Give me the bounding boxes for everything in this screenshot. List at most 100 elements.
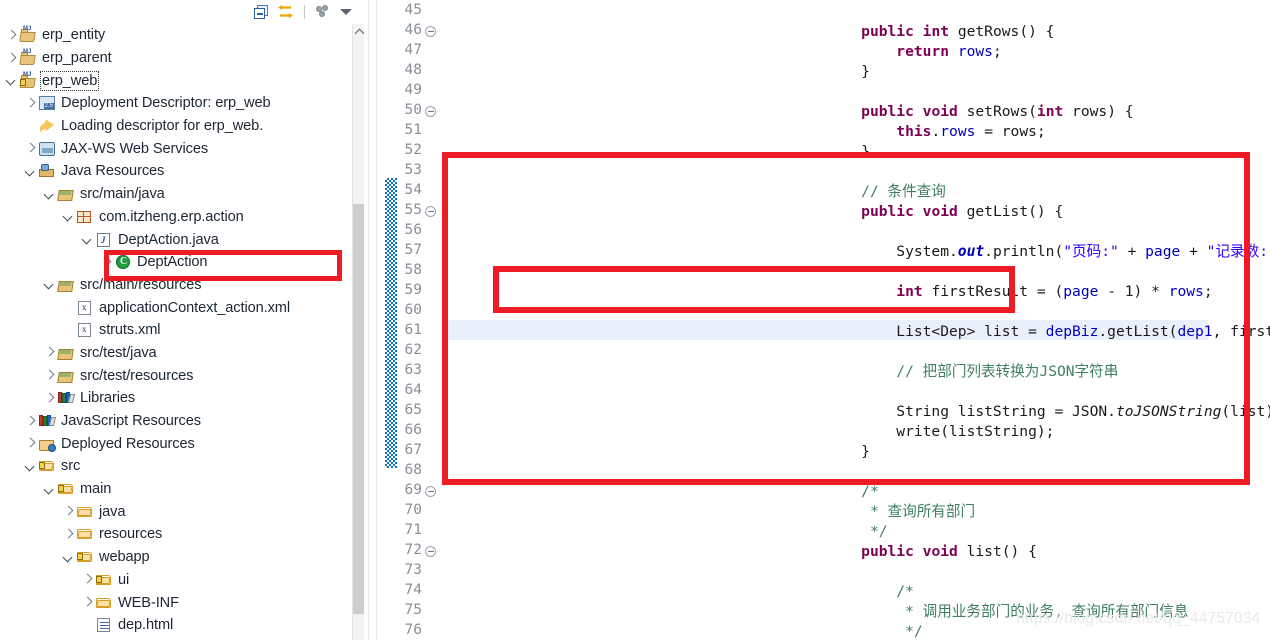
- tree-item-web-inf[interactable]: WEB-INF: [0, 591, 352, 614]
- chevron-right-icon[interactable]: [6, 30, 17, 41]
- chevron-down-icon[interactable]: [44, 189, 55, 200]
- tree-item-com-itzheng-erp-action[interactable]: com.itzheng.erp.action: [0, 206, 352, 229]
- code-line[interactable]: }: [826, 442, 870, 462]
- code-line[interactable]: return rows;: [826, 42, 1001, 62]
- code-line[interactable]: public void setRows(int rows) {: [826, 102, 1133, 122]
- source-folder-icon: [57, 186, 75, 202]
- code-line[interactable]: }: [826, 142, 870, 162]
- chevron-right-icon[interactable]: [6, 53, 17, 64]
- chevron-down-icon[interactable]: [25, 461, 36, 472]
- tree-item-jax-ws-web-services[interactable]: JAX-WS Web Services: [0, 137, 352, 160]
- tree-item-applicationcontext-action-xml[interactable]: x applicationContext_action.xml: [0, 296, 352, 319]
- code-line[interactable]: write(listString);: [826, 422, 1054, 442]
- package-icon: [77, 209, 94, 225]
- code-line[interactable]: */: [826, 522, 888, 542]
- view-menu-dots-icon[interactable]: [314, 3, 332, 21]
- chevron-right-icon[interactable]: [63, 506, 74, 517]
- tree-item-src-test-resources[interactable]: src/test/resources: [0, 364, 352, 387]
- chevron-right-icon[interactable]: [63, 529, 74, 540]
- chevron-down-icon[interactable]: [44, 279, 55, 290]
- code-text-area[interactable]: public int getRows() { return rows; } pu…: [826, 0, 1270, 640]
- chevron-right-icon[interactable]: [44, 393, 55, 404]
- project-tree[interactable]: MJ erp_entity MJ erp_parent MJ erp_web 2.5 Depl…: [0, 24, 352, 640]
- chevron-down-icon[interactable]: [63, 552, 74, 563]
- code-line[interactable]: public void getList() {: [826, 202, 1063, 222]
- code-line[interactable]: */: [826, 622, 923, 640]
- code-line[interactable]: * 查询所有部门: [826, 502, 975, 522]
- tree-item-libraries[interactable]: Libraries: [0, 387, 352, 410]
- scrollbar-thumb[interactable]: [353, 204, 364, 614]
- code-line[interactable]: List<Dep> list = depBiz.getList(dep1, fi…: [826, 322, 1270, 342]
- chevron-right-icon[interactable]: [25, 416, 36, 427]
- tree-item-deployment-descriptor-erp-web[interactable]: 2.5 Deployment Descriptor: erp_web: [0, 92, 352, 115]
- tree-item-resources[interactable]: resources: [0, 523, 352, 546]
- tree-item-struts-xml[interactable]: x struts.xml: [0, 319, 352, 342]
- scroll-up-arrow-icon[interactable]: [353, 24, 364, 40]
- tree-item-javascript-resources[interactable]: JavaScript Resources: [0, 410, 352, 433]
- tree-item-main[interactable]: main: [0, 478, 352, 501]
- tree-item-erp-parent[interactable]: MJ erp_parent: [0, 47, 352, 70]
- chevron-right-icon[interactable]: [82, 574, 93, 585]
- tree-item-deployed-resources[interactable]: Deployed Resources: [0, 432, 352, 455]
- code-line[interactable]: System.out.println("页码:" + page + "记录数: …: [826, 242, 1270, 262]
- code-line[interactable]: String listString = JSON.toJSONString(li…: [826, 402, 1270, 422]
- java-code-editor[interactable]: public int getRows() { return rows; } pu…: [382, 0, 1270, 640]
- chevron-right-icon[interactable]: [25, 438, 36, 449]
- no-expander: [25, 121, 36, 132]
- tree-item-java-resources[interactable]: Java Resources: [0, 160, 352, 183]
- code-line[interactable]: int firstResult = (page - 1) * rows;: [826, 282, 1212, 302]
- chevron-right-icon[interactable]: [82, 597, 93, 608]
- tree-item-label: applicationContext_action.xml: [99, 299, 290, 316]
- chevron-down-icon[interactable]: [6, 75, 17, 86]
- tree-item-src[interactable]: src: [0, 455, 352, 478]
- code-fold-toggle-icon[interactable]: [425, 485, 438, 498]
- chevron-right-icon[interactable]: [44, 347, 55, 358]
- tree-item-java[interactable]: java: [0, 500, 352, 523]
- code-fold-toggle-icon[interactable]: [425, 205, 438, 218]
- tree-item-dep-html[interactable]: dep.html: [0, 614, 352, 637]
- code-line[interactable]: // 把部门列表转换为JSON字符串: [826, 362, 1118, 382]
- line-number: 68: [404, 462, 422, 478]
- chevron-right-icon[interactable]: [25, 143, 36, 154]
- chevron-down-icon[interactable]: [82, 234, 93, 245]
- tree-item-ui[interactable]: ui: [0, 569, 352, 592]
- code-line[interactable]: /*: [826, 482, 879, 502]
- tree-item-deptaction-java[interactable]: J DeptAction.java: [0, 228, 352, 251]
- line-number: 57: [404, 242, 422, 258]
- line-number-gutter[interactable]: 45 46 47 48 49 50 51 52 53 54 55 56 57 58 59 60 61 62 63 64…: [398, 0, 444, 640]
- chevron-down-icon[interactable]: [63, 211, 74, 222]
- code-fold-toggle-icon[interactable]: [425, 25, 438, 38]
- folder-warning-icon: [96, 572, 113, 588]
- chevron-right-icon[interactable]: [101, 257, 112, 268]
- chevron-down-icon[interactable]: [338, 3, 356, 21]
- tree-item-deptaction[interactable]: C DeptAction: [0, 251, 352, 274]
- tree-item-loading-descriptor-for-erp-web[interactable]: Loading descriptor for erp_web.: [0, 115, 352, 138]
- chevron-right-icon[interactable]: [44, 370, 55, 381]
- project-tree-scrollbar[interactable]: [352, 24, 364, 640]
- chevron-down-icon[interactable]: [25, 166, 36, 177]
- tree-item-label: erp_parent: [42, 50, 112, 67]
- tree-item-src-main-resources[interactable]: src/main/resources: [0, 274, 352, 297]
- collapse-all-icon[interactable]: [253, 3, 271, 21]
- line-number: 47: [404, 42, 422, 58]
- link-with-editor-icon[interactable]: [277, 3, 295, 21]
- code-line[interactable]: }: [826, 62, 870, 82]
- tree-item-erp-entity[interactable]: MJ erp_entity: [0, 24, 352, 47]
- tree-item-src-test-java[interactable]: src/test/java: [0, 342, 352, 365]
- tree-item-label: Deployment Descriptor: erp_web: [61, 95, 271, 112]
- tree-item-webapp[interactable]: webapp: [0, 546, 352, 569]
- code-fold-toggle-icon[interactable]: [425, 545, 438, 558]
- code-line[interactable]: public void list() {: [826, 542, 1037, 562]
- code-fold-toggle-icon[interactable]: [425, 105, 438, 118]
- tree-item-erp-web[interactable]: MJ erp_web: [0, 69, 352, 92]
- code-line[interactable]: /*: [826, 582, 914, 602]
- code-line[interactable]: // 条件查询: [826, 182, 946, 202]
- tree-item-src-main-java[interactable]: src/main/java: [0, 183, 352, 206]
- line-number: 75: [404, 602, 422, 618]
- code-line[interactable]: public int getRows() {: [826, 22, 1054, 42]
- deployed-resources-icon: [39, 436, 56, 452]
- line-number: 58: [404, 262, 422, 278]
- code-line[interactable]: this.rows = rows;: [826, 122, 1045, 142]
- chevron-down-icon[interactable]: [44, 484, 55, 495]
- chevron-right-icon[interactable]: [25, 98, 36, 109]
